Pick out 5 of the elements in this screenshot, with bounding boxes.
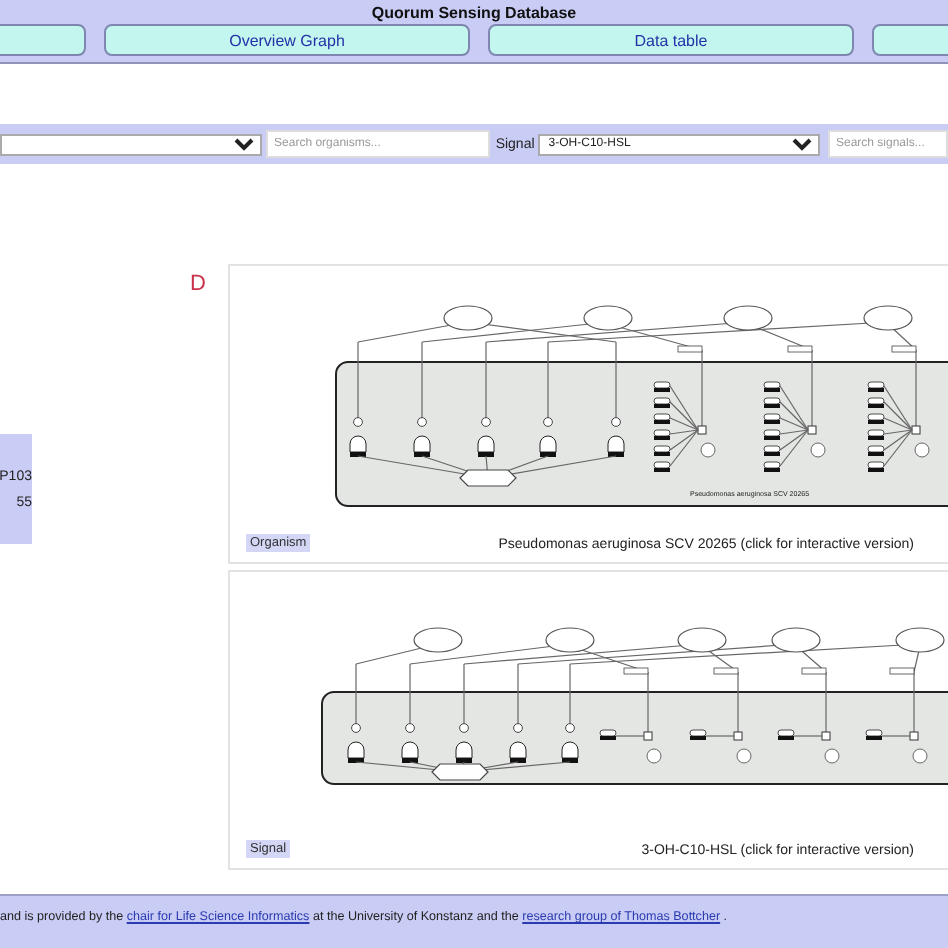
panel-letter: D (190, 272, 206, 296)
nav-button[interactable]: Overview Graph (104, 24, 470, 56)
site-title: Quorum Sensing Database (371, 4, 577, 22)
organism-select[interactable] (0, 133, 263, 155)
nav-button[interactable]: Data table (488, 24, 854, 56)
